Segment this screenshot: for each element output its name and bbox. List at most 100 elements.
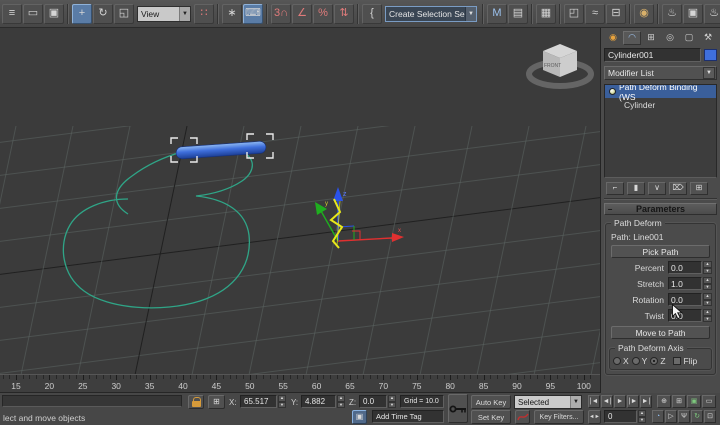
material-editor-button[interactable]: ◉ xyxy=(634,4,654,24)
axis-y-radio[interactable] xyxy=(632,357,640,365)
spin-down-icon[interactable]: ▼ xyxy=(278,402,286,409)
axis-option-x[interactable]: X xyxy=(613,356,629,366)
orbit-button[interactable]: ↻ xyxy=(691,410,703,423)
key-mode-toggle-button[interactable]: ◄► xyxy=(588,410,601,424)
zoom-all-button[interactable]: ⊞ xyxy=(672,395,686,408)
z-coordinate-spinner[interactable]: ▲▼ xyxy=(388,395,396,408)
edit-named-selection-sets-button[interactable]: { xyxy=(362,4,382,24)
viewcube[interactable]: FRONT xyxy=(529,44,591,86)
parameters-rollout-header[interactable]: − Parameters xyxy=(604,203,717,215)
x-coordinate-field[interactable]: 65.517 xyxy=(240,395,277,408)
twist-spinner[interactable]: ▲▼ xyxy=(703,309,712,322)
zoom-extents-all-button[interactable]: ▣ xyxy=(687,395,701,408)
named-selection-set-dropdown[interactable]: Create Selection Se▼ xyxy=(385,6,477,22)
rotation-field[interactable]: 0.0 xyxy=(668,293,702,306)
flip-checkbox[interactable] xyxy=(673,357,681,365)
tab-create[interactable]: ◉ xyxy=(604,31,622,45)
transform-gizmo[interactable]: z y x xyxy=(315,187,404,248)
next-frame-button[interactable]: |► xyxy=(627,395,639,408)
keyboard-shortcut-override-button[interactable]: ⌨ xyxy=(243,4,263,24)
set-key-button[interactable]: Set Key xyxy=(471,410,511,424)
mirror-button[interactable]: M xyxy=(487,4,507,24)
select-and-move-button[interactable]: + xyxy=(72,4,92,24)
twist-field[interactable]: 0.0 xyxy=(668,309,702,322)
spin-down-icon[interactable]: ▼ xyxy=(703,300,712,307)
object-name-field[interactable]: Cylinder001 xyxy=(604,48,701,62)
zoom-button[interactable]: ⊕ xyxy=(657,395,671,408)
y-coordinate-field[interactable]: 4.882 xyxy=(301,395,336,408)
spin-down-icon[interactable]: ▼ xyxy=(703,284,712,291)
tab-utilities[interactable]: ⚒ xyxy=(699,31,717,45)
axis-x-radio[interactable] xyxy=(613,357,621,365)
axis-option-y[interactable]: Y xyxy=(632,356,648,366)
select-and-manipulate-button[interactable]: ∗ xyxy=(222,4,242,24)
schematic-view-button[interactable]: ⊟ xyxy=(606,4,626,24)
key-filter-selection-dropdown[interactable]: Selected ▼ xyxy=(514,395,582,409)
scene-explorer-button[interactable]: ◰ xyxy=(564,4,584,24)
absolute-mode-toggle[interactable]: ⊞ xyxy=(208,395,225,409)
perspective-viewport[interactable]: z y x FRONT xyxy=(0,28,600,375)
z-coordinate-field[interactable]: 0.0 xyxy=(359,395,387,408)
spin-down-icon[interactable]: ▼ xyxy=(703,316,712,323)
object-color-swatch[interactable] xyxy=(704,49,717,61)
percent-field[interactable]: 0.0 xyxy=(668,261,702,274)
play-animation-button[interactable]: ► xyxy=(614,395,626,408)
add-time-tag-button[interactable]: Add Time Tag xyxy=(372,410,444,423)
track-bar[interactable] xyxy=(2,395,182,407)
remove-modifier-button[interactable]: ⌦ xyxy=(669,182,687,195)
field-of-view-button[interactable]: ▷ xyxy=(665,410,677,423)
rendered-frame-window-button[interactable]: ▣ xyxy=(683,4,703,24)
configure-modifier-sets-button[interactable]: ⊞ xyxy=(690,182,708,195)
spin-down-icon[interactable]: ▼ xyxy=(388,402,396,409)
zoom-region-button[interactable]: ▭ xyxy=(702,395,716,408)
tab-hierarchy[interactable]: ⊞ xyxy=(642,31,660,45)
time-configuration-button[interactable]: ◔ xyxy=(652,410,664,423)
make-unique-button[interactable]: ∨ xyxy=(648,182,666,195)
spinner-snap-button[interactable]: ⇅ xyxy=(334,4,354,24)
select-and-scale-button[interactable]: ◱ xyxy=(114,4,134,24)
window-crossing-toggle-button[interactable]: ▣ xyxy=(44,4,64,24)
render-production-button[interactable]: ♨ xyxy=(704,4,720,24)
auto-key-button[interactable]: Auto Key xyxy=(471,395,511,409)
select-and-rotate-button[interactable]: ↻ xyxy=(93,4,113,24)
show-end-result-button[interactable]: ▮ xyxy=(627,182,645,195)
spin-down-icon[interactable]: ▼ xyxy=(703,268,712,275)
spline-line001[interactable] xyxy=(63,147,252,308)
tab-motion[interactable]: ◎ xyxy=(661,31,679,45)
select-by-name-button[interactable]: ≡ xyxy=(2,4,22,24)
spin-down-icon[interactable]: ▼ xyxy=(337,402,345,409)
percent-spinner[interactable]: ▲▼ xyxy=(703,261,712,274)
key-filters-button[interactable]: Key Filters... xyxy=(534,410,584,424)
modifier-list-dropdown[interactable]: Modifier List ▼ xyxy=(604,66,717,80)
pick-path-button[interactable]: Pick Path xyxy=(611,245,710,258)
curve-editor-button[interactable]: ≈ xyxy=(585,4,605,24)
previous-frame-button[interactable]: ◄| xyxy=(601,395,613,408)
stretch-field[interactable]: 1.0 xyxy=(668,277,702,290)
go-to-end-button[interactable]: ►| xyxy=(640,395,652,408)
isolate-toggle-button[interactable]: ▣ xyxy=(352,410,367,424)
tab-modify[interactable]: ◠ xyxy=(623,31,641,45)
angle-snap-button[interactable]: ∠ xyxy=(292,4,312,24)
rectangular-selection-region-button[interactable]: ▭ xyxy=(23,4,43,24)
frame-spinner[interactable]: ▲▼ xyxy=(638,410,646,423)
y-coordinate-spinner[interactable]: ▲▼ xyxy=(337,395,345,408)
render-setup-button[interactable]: ♨ xyxy=(662,4,682,24)
set-key-mode-button[interactable] xyxy=(448,394,468,423)
current-frame-field[interactable]: 0 xyxy=(604,410,637,423)
modifier-stack-row[interactable]: Path Deform Binding (WS xyxy=(605,85,716,98)
pan-button[interactable]: Ψ xyxy=(678,410,690,423)
modifier-enabled-bulb-icon[interactable] xyxy=(609,88,616,95)
viewport-canvas[interactable]: z y x FRONT xyxy=(0,28,600,375)
snaps-toggle-3d-button[interactable]: 3∩ xyxy=(271,4,291,24)
reference-coordinate-system-dropdown[interactable]: View▼ xyxy=(137,6,191,22)
use-pivot-point-center-button[interactable]: ∷ xyxy=(194,4,214,24)
x-coordinate-spinner[interactable]: ▲▼ xyxy=(278,395,286,408)
selection-lock-toggle[interactable] xyxy=(188,395,204,409)
default-tangents-button[interactable] xyxy=(515,410,530,424)
pin-stack-button[interactable]: ⌐ xyxy=(606,182,624,195)
axis-option-z[interactable]: Z xyxy=(650,356,665,366)
layer-manager-button[interactable]: ▦ xyxy=(536,4,556,24)
tab-display[interactable]: ▢ xyxy=(680,31,698,45)
percent-snap-button[interactable]: % xyxy=(313,4,333,24)
go-to-start-button[interactable]: |◄ xyxy=(588,395,600,408)
